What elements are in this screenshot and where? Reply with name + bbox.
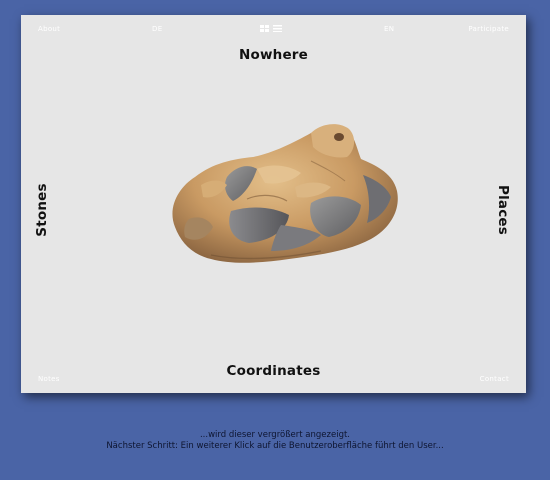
- list-view-icon[interactable]: [273, 25, 282, 32]
- view-toggle: [260, 25, 282, 32]
- stone-image[interactable]: [161, 115, 401, 275]
- caption-line-2: Nächster Schritt: Ein weiterer Klick auf…: [106, 441, 444, 451]
- language-en-link[interactable]: EN: [384, 25, 394, 33]
- nav-stones[interactable]: Stones: [34, 183, 50, 236]
- nav-places[interactable]: Places: [495, 185, 511, 235]
- nav-nowhere[interactable]: Nowhere: [21, 47, 526, 63]
- website-mockup: About DE EN Participate Nowhere Stones P…: [21, 15, 526, 393]
- about-link[interactable]: About: [38, 25, 60, 33]
- nav-coordinates[interactable]: Coordinates: [21, 363, 526, 379]
- language-de-link[interactable]: DE: [152, 25, 162, 33]
- contact-link[interactable]: Contact: [480, 375, 509, 383]
- grid-view-icon[interactable]: [260, 25, 269, 32]
- notes-link[interactable]: Notes: [38, 375, 60, 383]
- participate-link[interactable]: Participate: [468, 25, 509, 33]
